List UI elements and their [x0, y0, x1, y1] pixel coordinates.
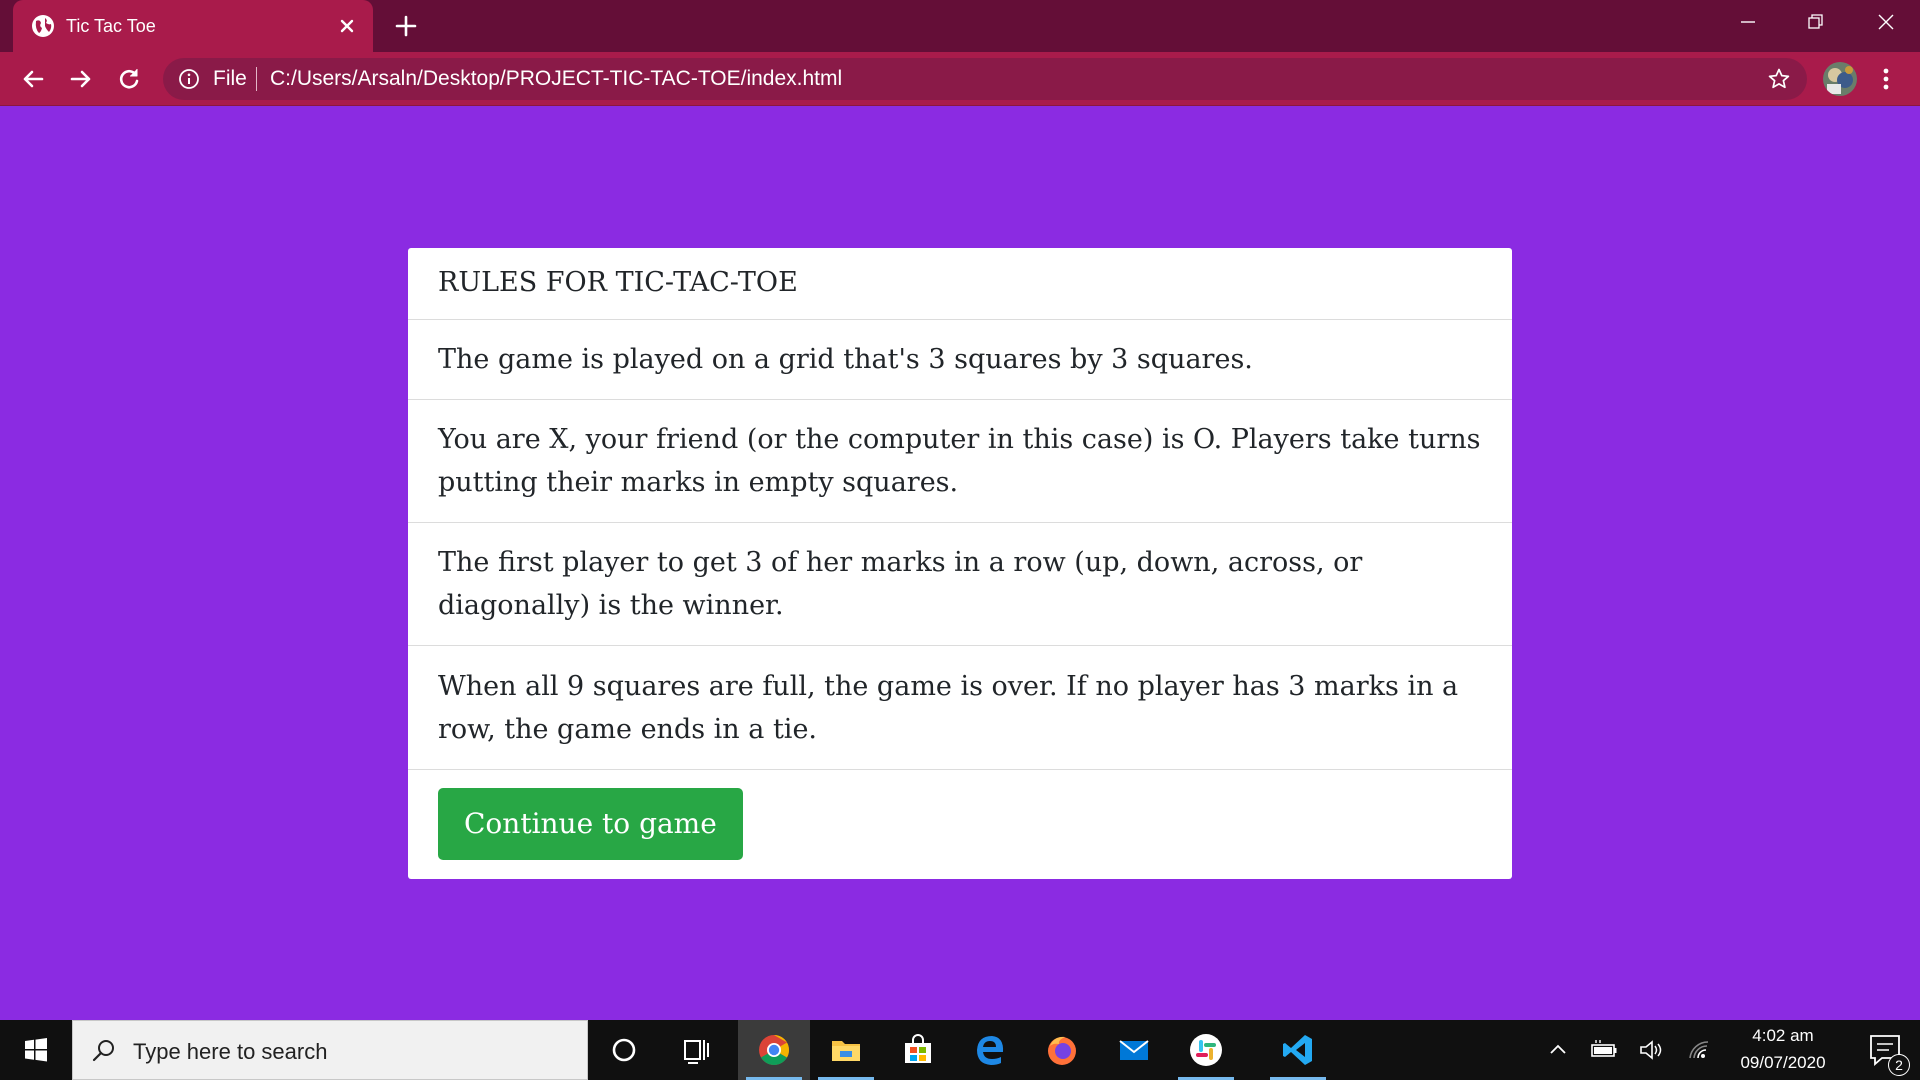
- rule-item: The game is played on a grid that's 3 sq…: [408, 320, 1512, 400]
- scheme-label: File: [213, 67, 247, 90]
- browser-toolbar: File C:/Users/Arsaln/Desktop/PROJECT-TIC…: [0, 52, 1920, 106]
- address-separator: [256, 67, 257, 91]
- search-placeholder: Type here to search: [133, 1039, 328, 1064]
- cortana-icon: [612, 1038, 636, 1062]
- rule-text: You are X, your friend (or the computer …: [438, 424, 1481, 498]
- firefox-icon: [1048, 1036, 1076, 1065]
- new-tab-icon[interactable]: [390, 10, 422, 42]
- store-icon: [905, 1034, 931, 1063]
- tab-title: Tic Tac Toe: [66, 16, 156, 36]
- taskbar-app-chrome[interactable]: [738, 1020, 810, 1080]
- wifi-icon[interactable]: [1686, 1037, 1712, 1063]
- taskbar-app-file-explorer[interactable]: [810, 1020, 882, 1080]
- minimize-icon: [1741, 21, 1755, 23]
- bookmark-star-icon[interactable]: [1767, 67, 1791, 91]
- taskbar: Type here to search 4:02 am 09/07/2020 2: [0, 1020, 1920, 1080]
- continue-to-game-button[interactable]: Continue to game: [438, 788, 743, 860]
- rule-item: The first player to get 3 of her marks i…: [408, 523, 1512, 646]
- slack-icon: [1190, 1034, 1222, 1066]
- rule-text: The game is played on a grid that's 3 sq…: [438, 344, 1253, 375]
- notification-icon: [1870, 1035, 1900, 1066]
- restore-icon: [1808, 14, 1823, 29]
- windows-logo-icon: [25, 1038, 47, 1062]
- taskbar-search[interactable]: Type here to search: [72, 1020, 588, 1080]
- notification-count-badge: 2: [1888, 1054, 1910, 1076]
- rule-item: You are X, your friend (or the computer …: [408, 400, 1512, 523]
- rule-text: When all 9 squares are full, the game is…: [438, 670, 1459, 745]
- cortana-button[interactable]: [588, 1020, 660, 1080]
- show-hidden-icons-icon[interactable]: [1546, 1038, 1570, 1062]
- edge-icon: [977, 1036, 1004, 1065]
- avatar-image: [1823, 62, 1857, 96]
- restore-button[interactable]: [1782, 0, 1850, 44]
- info-icon[interactable]: [178, 68, 200, 90]
- reload-icon[interactable]: [113, 63, 145, 95]
- action-center-button[interactable]: 2: [1850, 1020, 1920, 1080]
- globe-icon: [32, 15, 54, 37]
- taskbar-clock[interactable]: 4:02 am 09/07/2020: [1718, 1020, 1848, 1080]
- mail-icon: [1119, 1040, 1149, 1060]
- clock-time: 4:02 am: [1752, 1026, 1814, 1045]
- more-menu-icon[interactable]: [1874, 62, 1898, 96]
- rules-card: RULES FOR TIC-TAC-TOE The game is played…: [408, 248, 1512, 879]
- rules-footer: Continue to game: [408, 770, 1512, 878]
- url-text[interactable]: C:/Users/Arsaln/Desktop/PROJECT-TIC-TAC-…: [270, 67, 842, 91]
- taskbar-app-store[interactable]: [882, 1020, 954, 1080]
- task-view-icon: [684, 1040, 709, 1064]
- address-bar[interactable]: File C:/Users/Arsaln/Desktop/PROJECT-TIC…: [163, 58, 1807, 100]
- rules-title: RULES FOR TIC-TAC-TOE: [438, 267, 798, 298]
- taskbar-app-vscode[interactable]: [1262, 1020, 1334, 1080]
- taskbar-app-mail[interactable]: [1098, 1020, 1170, 1080]
- volume-icon[interactable]: [1638, 1037, 1666, 1063]
- start-button[interactable]: [0, 1020, 72, 1080]
- task-view-button[interactable]: [660, 1020, 732, 1080]
- profile-avatar[interactable]: [1823, 62, 1857, 96]
- forward-icon[interactable]: [65, 63, 97, 95]
- browser-tab[interactable]: Tic Tac Toe: [13, 0, 373, 52]
- rule-item: When all 9 squares are full, the game is…: [408, 646, 1512, 770]
- close-icon: [1878, 14, 1894, 30]
- rules-header: RULES FOR TIC-TAC-TOE: [408, 248, 1512, 320]
- clock-date: 09/07/2020: [1740, 1053, 1826, 1072]
- file-explorer-icon: [832, 1041, 860, 1061]
- battery-icon[interactable]: [1590, 1037, 1618, 1063]
- search-icon: [92, 1040, 114, 1062]
- vscode-icon: [1283, 1035, 1312, 1065]
- rule-text: The first player to get 3 of her marks i…: [438, 547, 1363, 621]
- taskbar-app-firefox[interactable]: [1026, 1020, 1098, 1080]
- taskbar-app-edge[interactable]: [954, 1020, 1026, 1080]
- minimize-button[interactable]: [1714, 0, 1782, 44]
- close-tab-icon[interactable]: [333, 12, 361, 40]
- browser-tabstrip: Tic Tac Toe: [0, 0, 1920, 52]
- taskbar-app-slack[interactable]: [1170, 1020, 1242, 1080]
- chrome-icon: [759, 1035, 790, 1066]
- back-icon[interactable]: [17, 63, 49, 95]
- close-window-button[interactable]: [1852, 0, 1920, 44]
